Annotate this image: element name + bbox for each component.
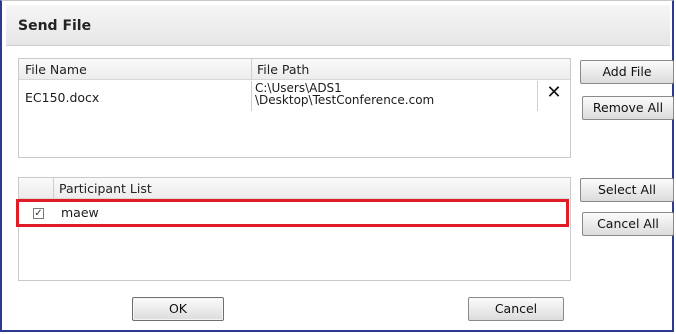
participant-list-header: Participant List [19,178,570,199]
file-list-header: File Name File Path [19,59,570,80]
select-all-button[interactable]: Select All [580,178,674,202]
participant-checkbox[interactable]: ✓ [33,208,44,219]
ok-button[interactable]: OK [132,297,224,321]
column-divider [537,81,538,111]
file-path-cell: C:\Users\ADS1 \Desktop\TestConference.co… [255,82,434,106]
participant-list-column-header[interactable]: Participant List [59,181,152,196]
cancel-all-button[interactable]: Cancel All [582,212,674,236]
file-list-panel: File Name File Path EC150.docx C:\Users\… [18,58,571,158]
column-divider[interactable] [251,59,252,79]
column-divider [53,178,54,198]
file-path-line-2: \Desktop\TestConference.com [255,93,435,107]
file-name-cell: EC150.docx [25,90,100,105]
add-file-button[interactable]: Add File [580,60,674,84]
remove-file-icon[interactable]: ✕ [546,84,562,102]
file-name-column-header[interactable]: File Name [25,62,87,77]
participant-name: maew [61,205,99,220]
file-path-column-header[interactable]: File Path [257,62,309,77]
cancel-button[interactable]: Cancel [468,297,564,321]
dialog-titlebar: Send File [6,5,670,46]
dialog-title: Send File [18,18,92,34]
remove-all-button[interactable]: Remove All [582,96,674,120]
participant-list-panel: Participant List ✓ maew [18,177,571,281]
send-file-dialog: Send File File Name File Path EC150.docx… [0,0,674,332]
column-divider [251,81,252,111]
